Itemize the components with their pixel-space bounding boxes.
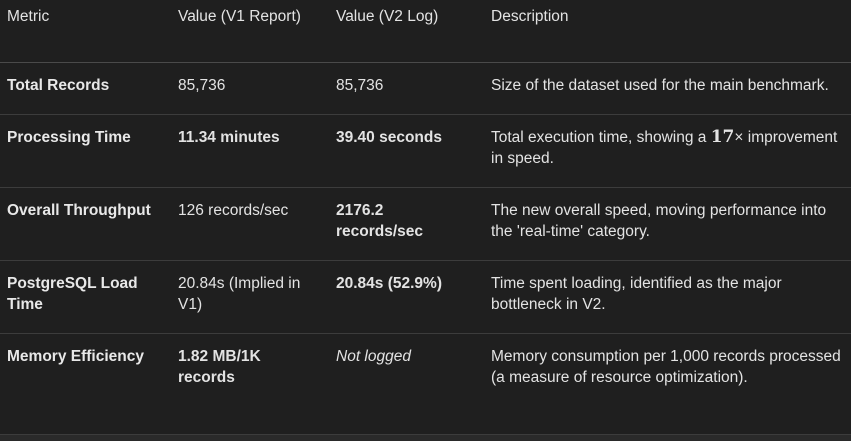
metric-cell: PostgreSQL Load Time	[7, 275, 138, 313]
v1-value-cell: 20.84s (Implied in V1)	[178, 275, 301, 313]
metrics-comparison-table: Metric Value (V1 Report) Value (V2 Log) …	[0, 0, 851, 406]
header-metric: Metric	[7, 8, 50, 25]
header-value-v2: Value (V2 Log)	[336, 8, 439, 25]
description-cell: Total execution time, showing a 17× impr…	[484, 115, 851, 188]
table-row: Total Records 85,736 85,736 Size of the …	[0, 63, 851, 115]
table-row: Overall Throughput 126 records/sec 2176.…	[0, 188, 851, 261]
horizontal-scrollbar[interactable]	[0, 434, 851, 441]
description-cell: The new overall speed, moving performanc…	[491, 202, 827, 240]
v1-value-cell: 11.34 minutes	[178, 129, 280, 146]
v2-value-cell: 20.84s (52.9%)	[336, 275, 442, 292]
metric-cell: Processing Time	[7, 129, 131, 146]
description-cell: Time spent loading, identified as the ma…	[491, 275, 782, 313]
v1-value-cell: 1.82 MB/1K records	[178, 348, 261, 386]
header-description: Description	[491, 8, 569, 25]
v2-value-cell: 85,736	[336, 77, 384, 94]
header-value-v1: Value (V1 Report)	[178, 8, 301, 25]
description-cell: Memory consumption per 1,000 records pro…	[491, 348, 841, 386]
table-row: Memory Efficiency 1.82 MB/1K records Not…	[0, 334, 851, 407]
v1-value-cell: 85,736	[178, 77, 226, 94]
metric-cell: Total Records	[7, 77, 110, 94]
comparison-table-container: Metric Value (V1 Report) Value (V2 Log) …	[0, 0, 851, 441]
table-header: Metric Value (V1 Report) Value (V2 Log) …	[0, 0, 851, 63]
speedup-factor: 17	[710, 127, 735, 147]
metric-cell: Overall Throughput	[7, 202, 151, 219]
table-body: Total Records 85,736 85,736 Size of the …	[0, 63, 851, 407]
description-cell: Size of the dataset used for the main be…	[491, 77, 829, 94]
v1-value-cell: 126 records/sec	[178, 202, 289, 219]
table-row: Processing Time 11.34 minutes 39.40 seco…	[0, 115, 851, 188]
metric-cell: Memory Efficiency	[7, 348, 144, 365]
description-text: Total execution time, showing a	[491, 129, 711, 146]
header-row: Metric Value (V1 Report) Value (V2 Log) …	[0, 0, 851, 63]
v2-value-cell: 2176.2 records/sec	[336, 202, 424, 240]
v2-value-cell: Not logged	[336, 348, 411, 365]
v2-value-cell: 39.40 seconds	[336, 129, 442, 146]
table-row: PostgreSQL Load Time 20.84s (Implied in …	[0, 261, 851, 334]
